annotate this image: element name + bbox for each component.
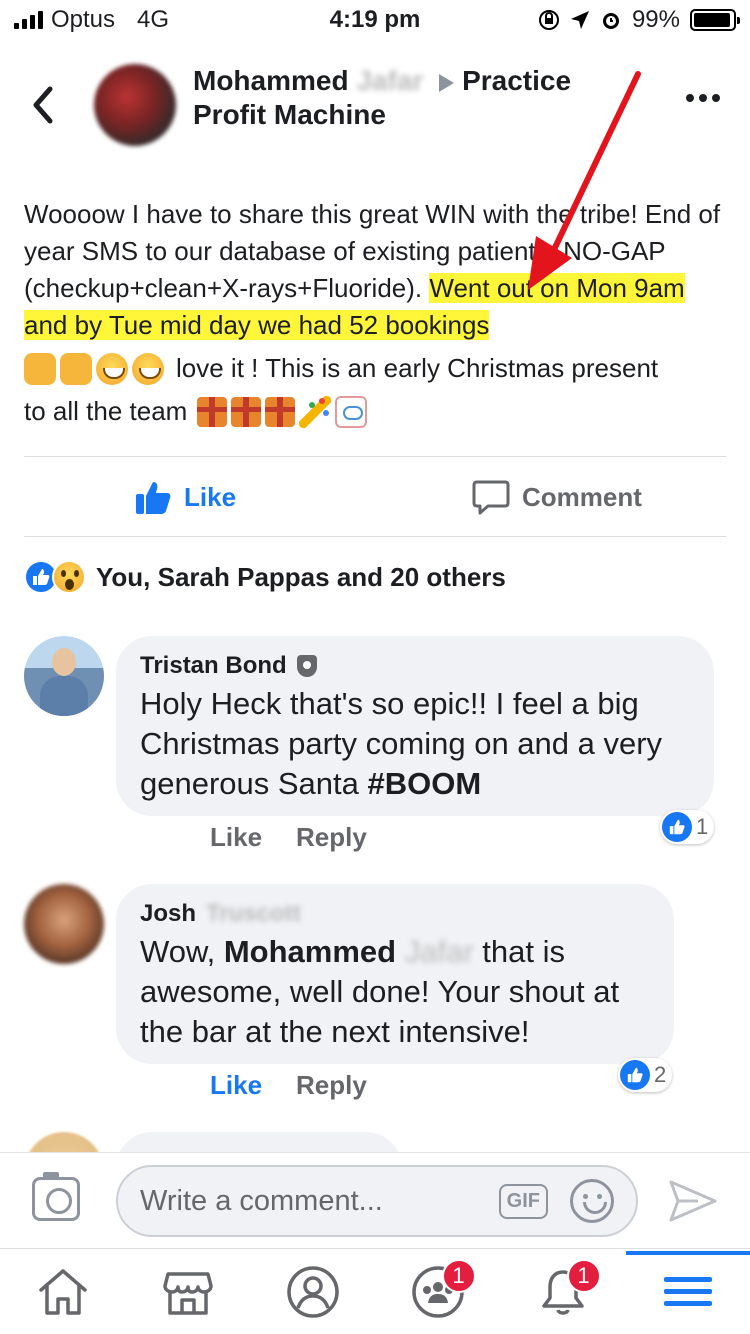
- party-popper-emoji-icon: [299, 395, 332, 428]
- alarm-icon: [602, 13, 619, 29]
- wow-reaction-icon: [52, 560, 86, 594]
- emoji-line-2: to all the team: [24, 393, 724, 430]
- commenter-name-row: Josh Truscott: [140, 900, 650, 928]
- gift-emoji-icon: [231, 396, 262, 427]
- commenter-last-name-blurred: Truscott: [206, 900, 301, 927]
- home-icon: [38, 1268, 87, 1315]
- emoji-picker-icon[interactable]: [570, 1179, 614, 1223]
- nav-groups[interactable]: 1: [398, 1257, 478, 1327]
- comment-text: Wow, Mohammed Jafar that is awesome, wel…: [140, 934, 620, 1049]
- reactions-summary[interactable]: You, Sarah Pappas and 20 others: [24, 560, 506, 594]
- like-label: Like: [184, 481, 237, 512]
- comment-text: Holy Heck that's so epic!! I feel a big …: [140, 686, 663, 801]
- comment-actions: Like Reply: [210, 822, 367, 853]
- author-avatar[interactable]: [94, 64, 176, 146]
- comment-reply-button[interactable]: Reply: [296, 1070, 367, 1101]
- location-icon: [570, 11, 589, 29]
- comment-input[interactable]: [140, 1184, 499, 1218]
- nav-menu[interactable]: [625, 1250, 750, 1327]
- back-button[interactable]: [30, 80, 64, 130]
- comment-like-count[interactable]: 2: [618, 1058, 673, 1092]
- thumbs-up-emoji-icon: [60, 352, 92, 385]
- divider: [24, 536, 726, 537]
- profile-icon: [286, 1265, 339, 1318]
- commenter-name[interactable]: Josh: [140, 900, 196, 928]
- send-icon[interactable]: [668, 1179, 718, 1223]
- signal-icon: [14, 11, 43, 29]
- like-count: 2: [654, 1062, 667, 1087]
- more-options-button[interactable]: [686, 94, 720, 102]
- gift-emoji-icon: [265, 396, 296, 427]
- grin-emoji-icon: [132, 352, 164, 385]
- comment-composer: GIF: [0, 1152, 750, 1248]
- divider: [24, 456, 726, 457]
- comment-like-button[interactable]: Like: [210, 822, 262, 853]
- like-button[interactable]: Like: [134, 478, 236, 516]
- nav-home[interactable]: [23, 1257, 103, 1327]
- status-bar: Optus 4G 4:19 pm 99%: [0, 0, 750, 40]
- like-count: 1: [696, 814, 709, 839]
- battery-percent: 99%: [631, 6, 680, 33]
- commenter-avatar[interactable]: [24, 884, 104, 964]
- comment-actions: Like Reply: [210, 1070, 367, 1101]
- arrow-right-icon: [439, 73, 455, 92]
- comment-button[interactable]: Comment: [472, 478, 642, 516]
- nav-marketplace[interactable]: [148, 1257, 228, 1327]
- nav-notifications[interactable]: 1: [523, 1257, 603, 1327]
- grin-emoji-icon: [96, 352, 128, 385]
- rotation-lock-icon: [538, 10, 559, 30]
- post-header: Mohammed Jafar Practice Profit Machine: [0, 58, 750, 158]
- camera-icon[interactable]: [32, 1172, 80, 1221]
- post-body: Woooow I have to share this great WIN wi…: [24, 196, 724, 430]
- menu-icon: [663, 1270, 712, 1313]
- author-name[interactable]: Mohammed: [193, 65, 349, 96]
- thumbs-up-emoji-icon: [24, 352, 56, 385]
- gift-emoji-icon: [197, 396, 228, 427]
- author-last-name-blurred: Jafar: [356, 65, 424, 96]
- network-label: 4G: [137, 6, 170, 33]
- comment-bubble: Tristan Bond Holy Heck that's so epic!! …: [116, 636, 714, 816]
- gif-button[interactable]: GIF: [498, 1183, 548, 1219]
- comment-icon: [472, 480, 510, 515]
- commenter-name-row: Tristan Bond: [140, 652, 690, 680]
- commenter-avatar[interactable]: [24, 636, 104, 716]
- marketplace-icon: [162, 1271, 213, 1315]
- comment-reply-button[interactable]: Reply: [296, 822, 367, 853]
- like-reaction-icon: [662, 812, 692, 842]
- commenter-name[interactable]: Tristan Bond: [140, 652, 287, 680]
- comment-label: Comment: [522, 481, 642, 512]
- ribbon-emoji-icon: [335, 395, 368, 428]
- comment-like-count[interactable]: 1: [660, 810, 715, 844]
- mention-link[interactable]: Mohammed: [224, 934, 396, 969]
- admin-badge-icon: [296, 655, 317, 677]
- nav-profile[interactable]: [273, 1257, 353, 1327]
- thumbs-up-icon: [136, 482, 171, 514]
- reactions-text: You, Sarah Pappas and 20 others: [96, 561, 506, 592]
- battery-icon: [690, 9, 740, 31]
- chevron-left-icon: [33, 86, 53, 124]
- notifications-badge: 1: [566, 1258, 601, 1293]
- post-text-continued: love it ! This is an early Christmas pre…: [176, 353, 659, 383]
- post-title[interactable]: Mohammed Jafar Practice Profit Machine: [193, 64, 613, 132]
- bottom-nav: 1 1: [0, 1248, 750, 1334]
- comment-bubble: Josh Truscott Wow, Mohammed Jafar that i…: [116, 884, 674, 1064]
- comment-like-button[interactable]: Like: [210, 1070, 262, 1101]
- like-reaction-icon: [620, 1060, 650, 1090]
- emoji-line: love it ! This is an early Christmas pre…: [24, 350, 724, 387]
- carrier-label: Optus: [51, 6, 116, 33]
- groups-badge: 1: [441, 1258, 476, 1293]
- post-text-last: to all the team: [24, 396, 188, 426]
- comment-input-wrapper: GIF: [116, 1165, 638, 1237]
